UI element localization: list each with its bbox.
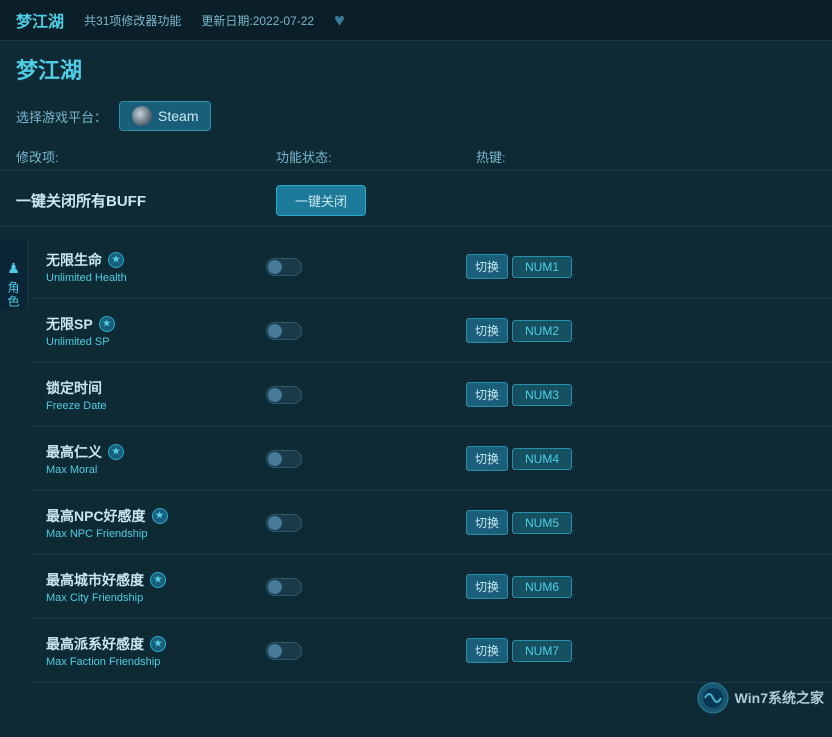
hotkey-switch-btn-1[interactable]: 切换 <box>466 318 508 343</box>
main-title: 梦江湖 <box>0 41 832 93</box>
hotkey-key-2[interactable]: NUM3 <box>512 384 572 406</box>
feature-zh-2: 锁定时间 <box>46 378 266 398</box>
toggle-switch-6[interactable] <box>266 642 302 660</box>
steam-logo-icon <box>132 106 152 126</box>
topbar-features-count: 共31项修改器功能 <box>84 12 181 29</box>
feature-row: 最高城市好感度★ Max City Friendship 切换NUM6 <box>30 555 832 619</box>
hotkey-switch-btn-4[interactable]: 切换 <box>466 510 508 535</box>
feature-name-col-5: 最高城市好感度★ Max City Friendship <box>46 570 266 604</box>
all-buffs-row: 一键关闭所有BUFF 一键关闭 <box>0 175 832 227</box>
feature-row: 无限生命★ Unlimited Health 切换NUM1 <box>30 235 832 299</box>
toggle-switch-0[interactable] <box>266 258 302 276</box>
toggle-switch-2[interactable] <box>266 386 302 404</box>
hotkey-key-1[interactable]: NUM2 <box>512 320 572 342</box>
star-badge: ★ <box>152 508 168 524</box>
star-badge: ★ <box>150 636 166 652</box>
watermark-logo-icon <box>697 682 729 714</box>
feature-en-3: Max Moral <box>46 464 266 476</box>
toggle-col-0 <box>266 258 466 276</box>
watermark: Win7系统之家 <box>697 682 824 714</box>
col-header-status: 功能状态: <box>276 147 476 166</box>
feature-row: 最高仁义★ Max Moral 切换NUM4 <box>30 427 832 491</box>
toggle-col-1 <box>266 322 466 340</box>
star-badge: ★ <box>99 316 115 332</box>
one-click-close-button[interactable]: 一键关闭 <box>276 185 366 216</box>
hotkey-col-2: 切换NUM3 <box>466 382 572 407</box>
feature-en-6: Max Faction Friendship <box>46 656 266 668</box>
all-buffs-label: 一键关闭所有BUFF <box>16 190 276 211</box>
feature-zh-3: 最高仁义★ <box>46 442 266 462</box>
top-bar: 梦江湖 共31项修改器功能 更新日期:2022-07-22 ♥ <box>0 0 832 41</box>
platform-label: 选择游戏平台： <box>16 107 107 126</box>
toggle-switch-4[interactable] <box>266 514 302 532</box>
hotkey-switch-btn-5[interactable]: 切换 <box>466 574 508 599</box>
hotkey-col-0: 切换NUM1 <box>466 254 572 279</box>
feature-en-1: Unlimited SP <box>46 336 266 348</box>
hotkey-switch-btn-3[interactable]: 切换 <box>466 446 508 471</box>
platform-row: 选择游戏平台： Steam <box>0 93 832 143</box>
hotkey-key-3[interactable]: NUM4 <box>512 448 572 470</box>
sidebar-character-label: 角色 <box>5 281 22 309</box>
feature-zh-6: 最高派系好感度★ <box>46 634 266 654</box>
feature-zh-0: 无限生命★ <box>46 250 266 270</box>
watermark-label: Win7系统之家 <box>735 688 824 708</box>
star-badge: ★ <box>108 444 124 460</box>
feature-row: 最高NPC好感度★ Max NPC Friendship 切换NUM5 <box>30 491 832 555</box>
feature-en-0: Unlimited Health <box>46 272 266 284</box>
sidebar: ♟ 角色 <box>0 240 28 309</box>
hotkey-col-5: 切换NUM6 <box>466 574 572 599</box>
steam-platform-button[interactable]: Steam <box>119 101 211 131</box>
toggle-col-4 <box>266 514 466 532</box>
steam-label: Steam <box>158 108 198 124</box>
hotkey-col-6: 切换NUM7 <box>466 638 572 663</box>
feature-row: 最高派系好感度★ Max Faction Friendship 切换NUM7 <box>30 619 832 683</box>
col-header-name: 修改项: <box>16 147 276 166</box>
hotkey-switch-btn-6[interactable]: 切换 <box>466 638 508 663</box>
toggle-col-5 <box>266 578 466 596</box>
features-list: 无限生命★Unlimited Health切换NUM1无限SP★Unlimite… <box>30 235 832 737</box>
feature-name-col-4: 最高NPC好感度★ Max NPC Friendship <box>46 506 266 540</box>
toggle-switch-3[interactable] <box>266 450 302 468</box>
hotkey-col-3: 切换NUM4 <box>466 446 572 471</box>
toggle-col-3 <box>266 450 466 468</box>
toggle-switch-1[interactable] <box>266 322 302 340</box>
hotkey-col-1: 切换NUM2 <box>466 318 572 343</box>
hotkey-key-4[interactable]: NUM5 <box>512 512 572 534</box>
column-headers: 修改项: 功能状态: 热键: <box>0 143 832 171</box>
toggle-col-2 <box>266 386 466 404</box>
hotkey-switch-btn-2[interactable]: 切换 <box>466 382 508 407</box>
topbar-title: 梦江湖 <box>16 8 64 32</box>
hotkey-key-5[interactable]: NUM6 <box>512 576 572 598</box>
toggle-switch-5[interactable] <box>266 578 302 596</box>
feature-en-5: Max City Friendship <box>46 592 266 604</box>
feature-name-col-1: 无限SP★ Unlimited SP <box>46 314 266 348</box>
feature-en-4: Max NPC Friendship <box>46 528 266 540</box>
feature-zh-4: 最高NPC好感度★ <box>46 506 266 526</box>
star-badge: ★ <box>150 572 166 588</box>
favorite-icon[interactable]: ♥ <box>334 10 345 31</box>
toggle-col-6 <box>266 642 466 660</box>
sidebar-character-icon: ♟ <box>7 260 20 277</box>
hotkey-key-6[interactable]: NUM7 <box>512 640 572 662</box>
topbar-update-date: 更新日期:2022-07-22 <box>201 12 314 29</box>
feature-en-2: Freeze Date <box>46 400 266 412</box>
feature-name-col-0: 无限生命★ Unlimited Health <box>46 250 266 284</box>
feature-name-col-3: 最高仁义★ Max Moral <box>46 442 266 476</box>
feature-zh-5: 最高城市好感度★ <box>46 570 266 590</box>
feature-row: 锁定时间 Freeze Date 切换NUM3 <box>30 363 832 427</box>
col-header-hotkey: 热键: <box>476 147 636 166</box>
feature-name-col-6: 最高派系好感度★ Max Faction Friendship <box>46 634 266 668</box>
hotkey-key-0[interactable]: NUM1 <box>512 256 572 278</box>
hotkey-switch-btn-0[interactable]: 切换 <box>466 254 508 279</box>
feature-zh-1: 无限SP★ <box>46 314 266 334</box>
hotkey-col-4: 切换NUM5 <box>466 510 572 535</box>
feature-name-col-2: 锁定时间 Freeze Date <box>46 378 266 412</box>
feature-row: 无限SP★ Unlimited SP 切换NUM2 <box>30 299 832 363</box>
star-badge: ★ <box>108 252 124 268</box>
